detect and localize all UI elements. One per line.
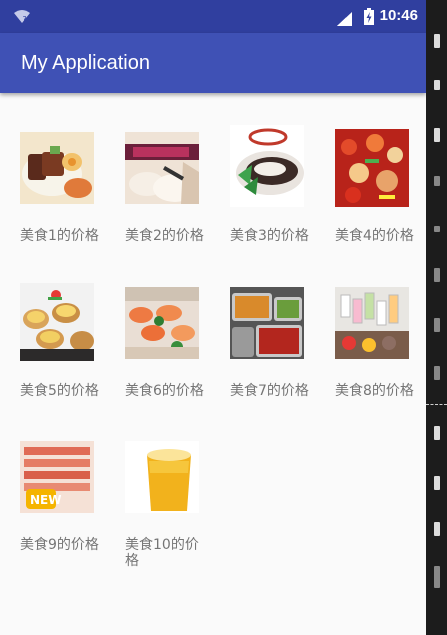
svg-text:NEW: NEW [30, 493, 61, 507]
battery-charging-icon [364, 8, 374, 29]
toolbar-icon[interactable] [434, 176, 440, 186]
food-price-label: 美食10的价格 [125, 537, 199, 569]
toolbar-icon[interactable] [434, 268, 440, 282]
food-price-label: 美食2的价格 [125, 228, 204, 244]
food-image [230, 287, 304, 359]
food-price-label: 美食5的价格 [20, 383, 99, 399]
food-price-label: 美食6的价格 [125, 383, 204, 399]
food-image [125, 132, 199, 204]
food-image [335, 287, 409, 359]
food-image [335, 129, 409, 207]
food-price-label: 美食9的价格 [20, 537, 99, 553]
toolbar-divider [426, 404, 447, 405]
toolbar-icon[interactable] [434, 476, 440, 490]
phone-screen: ? 10:46 My Application 美食1的价格 美食2的价格 美食3… [0, 0, 426, 635]
food-price-label: 美食7的价格 [230, 383, 309, 399]
food-image [125, 441, 199, 513]
app-title: My Application [21, 52, 150, 74]
status-bar: ? 10:46 [0, 0, 426, 33]
wifi-icon: ? [14, 9, 30, 28]
food-price-label: 美食1的价格 [20, 228, 99, 244]
food-image [125, 287, 199, 359]
food-price-label: 美食4的价格 [335, 228, 414, 244]
food-image [230, 125, 304, 207]
toolbar-icon[interactable] [434, 80, 440, 90]
svg-text:?: ? [23, 15, 27, 24]
food-image: NEW [20, 441, 94, 513]
clock-time: 10:46 [379, 7, 418, 24]
toolbar-icon[interactable] [434, 522, 440, 536]
app-bar: My Application [0, 33, 426, 93]
food-price-label: 美食8的价格 [335, 383, 414, 399]
food-image [20, 283, 94, 361]
toolbar-icon[interactable] [434, 318, 440, 332]
emulator-side-toolbar [426, 0, 447, 635]
food-image [20, 132, 94, 204]
toolbar-icon[interactable] [434, 426, 440, 440]
toolbar-icon[interactable] [434, 128, 440, 142]
signal-icon [337, 11, 352, 30]
toolbar-icon[interactable] [434, 366, 440, 380]
food-price-label: 美食3的价格 [230, 228, 309, 244]
toolbar-icon[interactable] [434, 226, 440, 232]
toolbar-icon[interactable] [434, 34, 440, 48]
toolbar-icon[interactable] [434, 566, 440, 588]
